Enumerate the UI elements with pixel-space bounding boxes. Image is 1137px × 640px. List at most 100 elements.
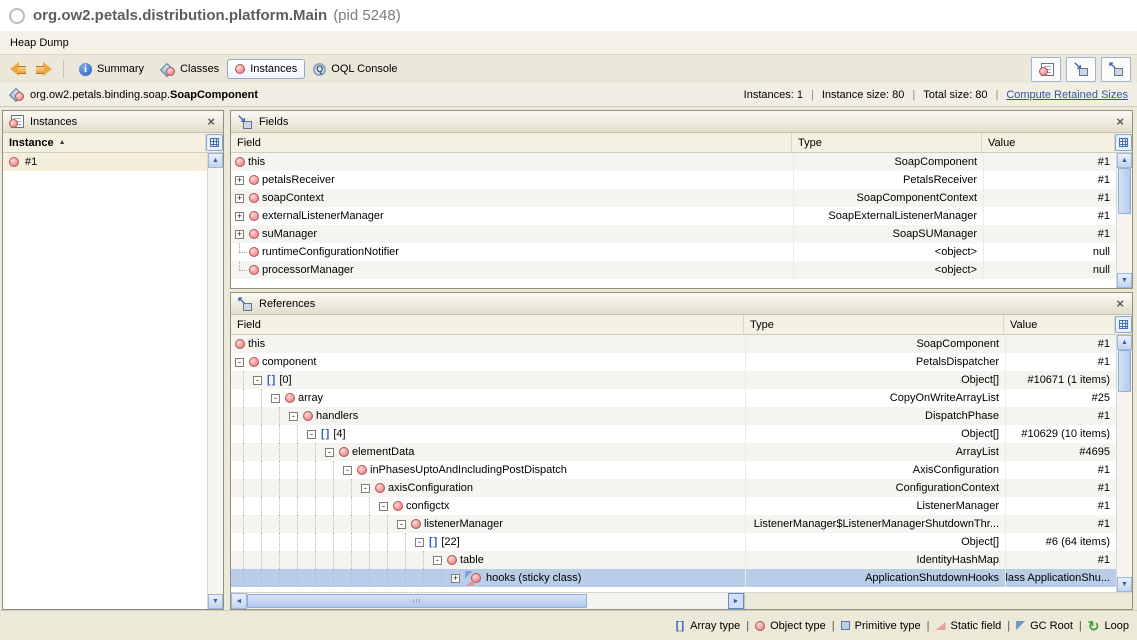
- field-type: Object[]: [745, 425, 1005, 443]
- scroll-track[interactable]: [208, 168, 223, 594]
- reference-row[interactable]: arrayCopyOnWriteArrayList#25: [231, 389, 1116, 407]
- field-name: processorManager: [262, 264, 354, 276]
- scroll-thumb[interactable]: [1118, 168, 1131, 214]
- scroll-thumb[interactable]: [247, 594, 587, 608]
- tree-expander[interactable]: [451, 569, 465, 587]
- field-value: #1: [983, 207, 1116, 225]
- scroll-right-button[interactable]: [728, 593, 744, 609]
- references-view-toggle-button[interactable]: [1101, 57, 1131, 82]
- close-icon[interactable]: [1114, 115, 1126, 128]
- field-row[interactable]: processorManager<object>null: [231, 261, 1116, 279]
- scroll-down-button[interactable]: [208, 594, 223, 609]
- column-type[interactable]: Type: [792, 133, 982, 152]
- reference-row[interactable]: [22]Object[]#6 (64 items): [231, 533, 1116, 551]
- reference-row[interactable]: [0]Object[]#10671 (1 items): [231, 371, 1116, 389]
- scroll-down-button[interactable]: [1117, 577, 1132, 592]
- reference-row[interactable]: tableIdentityHashMap#1: [231, 551, 1116, 569]
- tree-expander[interactable]: [271, 389, 285, 407]
- fields-view-toggle-button[interactable]: [1066, 57, 1096, 82]
- tree-expander[interactable]: [235, 207, 249, 225]
- close-icon[interactable]: [1114, 297, 1126, 310]
- scroll-track[interactable]: [1117, 214, 1132, 273]
- classes-button[interactable]: Classes: [152, 59, 227, 80]
- grid-icon: [1119, 320, 1128, 329]
- column-type[interactable]: Type: [744, 315, 1004, 334]
- close-icon[interactable]: [205, 115, 217, 128]
- tree-indent-guide: [253, 569, 271, 587]
- table-options-button[interactable]: [206, 134, 223, 151]
- tree-expander[interactable]: [235, 353, 249, 371]
- tree-expander[interactable]: [235, 225, 249, 243]
- tree-expander[interactable]: [235, 189, 249, 207]
- field-row[interactable]: petalsReceiverPetalsReceiver#1: [231, 171, 1116, 189]
- fields-panel-icon: [237, 115, 253, 129]
- field-row[interactable]: externalListenerManagerSoapExternalListe…: [231, 207, 1116, 225]
- instance-row[interactable]: #1: [3, 153, 207, 171]
- instances-vertical-scrollbar[interactable]: [207, 153, 223, 609]
- tree-indent-guide: [235, 533, 253, 551]
- tree-expander[interactable]: [325, 443, 339, 461]
- references-vertical-scrollbar[interactable]: [1116, 335, 1132, 592]
- tree-expander[interactable]: [397, 515, 411, 533]
- field-row[interactable]: runtimeConfigurationNotifier<object>null: [231, 243, 1116, 261]
- scroll-thumb[interactable]: [1118, 350, 1131, 392]
- primitive-type-icon: [841, 621, 850, 630]
- tab-heap-dump[interactable]: Heap Dump: [10, 37, 69, 49]
- reference-row[interactable]: inPhasesUptoAndIncludingPostDispatchAxis…: [231, 461, 1116, 479]
- field-row[interactable]: thisSoapComponent#1: [231, 153, 1116, 171]
- tree-field-cell: array: [231, 389, 745, 407]
- reference-row[interactable]: listenerManagerListenerManager$ListenerM…: [231, 515, 1116, 533]
- tree-leaf-elbow: [235, 261, 249, 279]
- back-button[interactable]: [9, 62, 28, 76]
- compute-retained-sizes-link[interactable]: Compute Retained Sizes: [1006, 89, 1128, 101]
- tree-expander[interactable]: [235, 171, 249, 189]
- scroll-up-button[interactable]: [208, 153, 223, 168]
- tree-indent-guide: [343, 479, 361, 497]
- scroll-track[interactable]: [587, 593, 728, 609]
- tree-expander[interactable]: [307, 425, 321, 443]
- scroll-up-button[interactable]: [1117, 153, 1132, 168]
- reference-row[interactable]: [4]Object[]#10629 (10 items): [231, 425, 1116, 443]
- reference-row[interactable]: elementDataArrayList#4695: [231, 443, 1116, 461]
- table-options-button[interactable]: [1115, 316, 1132, 333]
- column-value[interactable]: Value: [982, 133, 1115, 152]
- reference-row[interactable]: thisSoapComponent#1: [231, 335, 1116, 353]
- tree-expander[interactable]: [433, 551, 447, 569]
- fields-column-header: Field Type Value: [231, 133, 1132, 153]
- tree-indent-guide: [289, 569, 307, 587]
- tree-expander[interactable]: [253, 371, 267, 389]
- reference-row[interactable]: configctxListenerManager#1: [231, 497, 1116, 515]
- forward-button[interactable]: [34, 62, 53, 76]
- column-field[interactable]: Field: [231, 133, 792, 152]
- instances-button[interactable]: Instances: [227, 59, 305, 79]
- column-field[interactable]: Field: [231, 315, 744, 334]
- forward-arrow-icon: [43, 62, 52, 76]
- table-options-button[interactable]: [1115, 134, 1132, 151]
- reference-row[interactable]: axisConfigurationConfigurationContext#1: [231, 479, 1116, 497]
- oql-console-button[interactable]: OQL Console: [305, 59, 405, 80]
- field-name: axisConfiguration: [388, 482, 473, 494]
- reference-row[interactable]: componentPetalsDispatcher#1: [231, 353, 1116, 371]
- scroll-track[interactable]: [1117, 392, 1132, 577]
- summary-button[interactable]: Summary: [71, 59, 152, 80]
- tree-expander[interactable]: [379, 497, 393, 515]
- tree-expander[interactable]: [361, 479, 375, 497]
- column-instance[interactable]: Instance: [3, 133, 206, 152]
- field-row[interactable]: soapContextSoapComponentContext#1: [231, 189, 1116, 207]
- object-type-icon: [249, 247, 259, 257]
- scroll-left-button[interactable]: [231, 593, 247, 609]
- tree-expander[interactable]: [415, 533, 429, 551]
- reference-row[interactable]: handlersDispatchPhase#1: [231, 407, 1116, 425]
- scroll-up-button[interactable]: [1117, 335, 1132, 350]
- field-row[interactable]: suManagerSoapSUManager#1: [231, 225, 1116, 243]
- reference-row[interactable]: hooks (sticky class)ApplicationShutdownH…: [231, 569, 1116, 587]
- tree-indent-guide: [397, 551, 415, 569]
- scroll-down-button[interactable]: [1117, 273, 1132, 288]
- instances-view-toggle-button[interactable]: [1031, 57, 1061, 82]
- tree-expander[interactable]: [343, 461, 357, 479]
- tree-expander[interactable]: [289, 407, 303, 425]
- fields-vertical-scrollbar[interactable]: [1116, 153, 1132, 288]
- references-horizontal-scrollbar[interactable]: [231, 593, 744, 609]
- column-value[interactable]: Value: [1004, 315, 1115, 334]
- collapse-icon: [397, 520, 406, 529]
